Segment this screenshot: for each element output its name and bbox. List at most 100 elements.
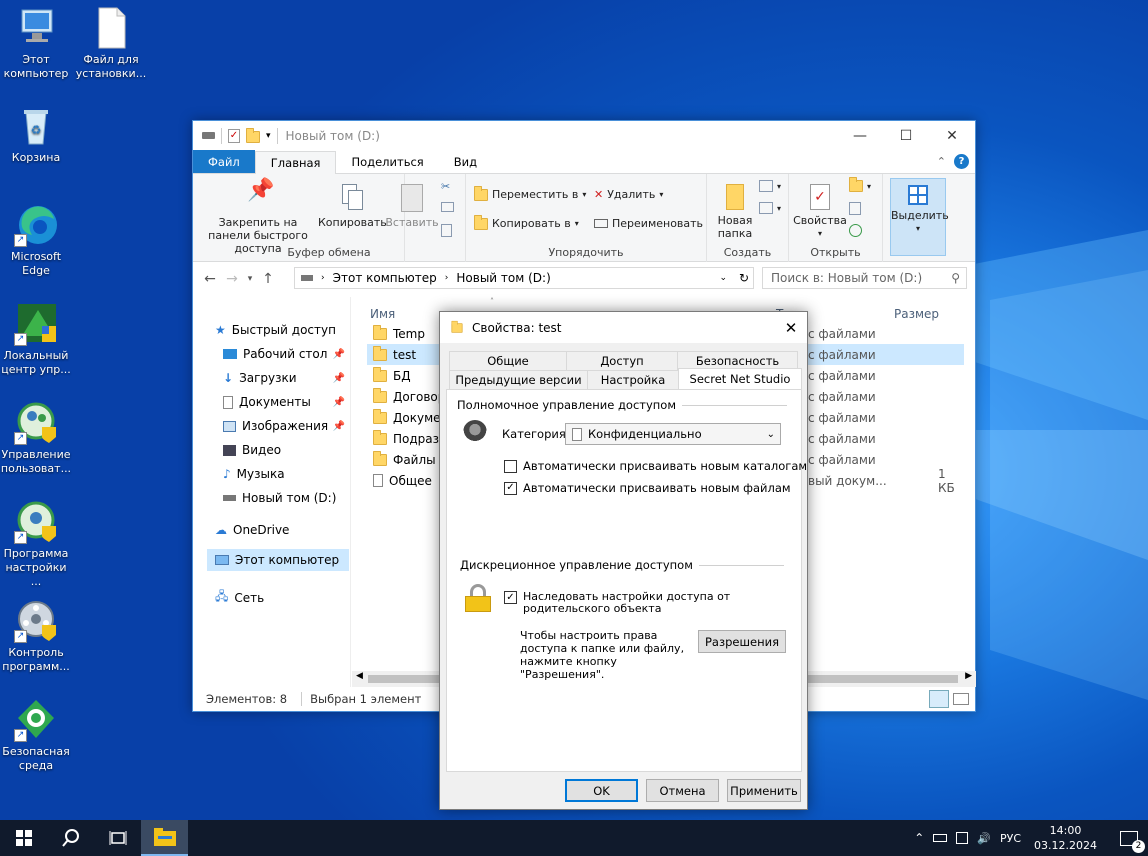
copy-path-icon[interactable]: [441, 202, 454, 212]
dialog-close-button[interactable]: ✕: [775, 312, 807, 343]
desktop-icon-local-center[interactable]: ↗ Локальный центр упр...: [0, 302, 72, 377]
tab-share[interactable]: Поделиться: [336, 150, 438, 173]
auto-dirs-row[interactable]: Автоматически присваивать новым каталога…: [504, 459, 807, 473]
move-to-button[interactable]: Переместить в ▾: [474, 185, 586, 201]
maximize-button[interactable]: ☐: [883, 121, 929, 150]
column-size[interactable]: Размер: [894, 307, 939, 321]
address-input[interactable]: › Этот компьютер › Новый том (D:) ⌄ ↻: [294, 267, 754, 289]
category-select[interactable]: Конфиденциально ⌄: [565, 423, 781, 445]
copy-button[interactable]: Копировать: [318, 184, 387, 229]
nav-documents[interactable]: Документы 📌: [223, 395, 351, 409]
chevron-up-icon[interactable]: ⌃: [914, 831, 924, 845]
easy-access-icon[interactable]: ▾: [759, 202, 781, 214]
auto-dirs-checkbox[interactable]: [504, 459, 517, 473]
back-icon[interactable]: ←: [199, 271, 221, 287]
nav-downloads[interactable]: ↓ Загрузки 📌: [223, 371, 351, 385]
auto-files-row[interactable]: ✓ Автоматически присваивать новым файлам: [504, 481, 791, 495]
cut-icon[interactable]: ✂: [441, 180, 450, 193]
desktop-icon-safe-environment[interactable]: ↗ Безопасная среда: [0, 698, 72, 773]
tab-home[interactable]: Главная: [254, 151, 337, 174]
nav-onedrive[interactable]: ☁ OneDrive: [215, 523, 289, 537]
desktop-icon-install-file[interactable]: Файл для установки...: [75, 6, 147, 81]
clipboard-group-label: Буфер обмена: [287, 246, 371, 259]
cancel-button[interactable]: Отмена: [646, 779, 719, 802]
inherit-checkbox[interactable]: ✓: [504, 591, 517, 604]
shortcut-arrow-icon: ↗: [14, 531, 27, 544]
close-button[interactable]: ✕: [929, 121, 975, 150]
documents-icon: [223, 395, 233, 409]
delete-button[interactable]: ✕ Удалить ▾: [594, 188, 663, 201]
nav-drive-d[interactable]: Новый том (D:): [223, 491, 336, 505]
properties-button[interactable]: ✓ Свойства ▾: [793, 184, 847, 240]
permissions-button[interactable]: Разрешения: [698, 630, 786, 653]
volume-icon[interactable]: 🔊: [977, 832, 991, 845]
recent-dropdown-icon[interactable]: ▾: [243, 274, 257, 284]
tab-sharing[interactable]: Доступ: [566, 351, 678, 370]
desktop-icon-settings-program[interactable]: ↗ Программа настройки ...: [0, 500, 72, 589]
search-icon[interactable]: [47, 820, 94, 856]
scroll-left-icon[interactable]: ◀: [356, 671, 363, 681]
nav-music[interactable]: ♪ Музыка: [223, 467, 285, 481]
copy-to-button[interactable]: Копировать в ▾: [474, 214, 579, 230]
scroll-right-icon[interactable]: ▶: [965, 671, 972, 681]
open-icon[interactable]: ▾: [849, 177, 871, 192]
select-button[interactable]: Выделить ▾: [890, 178, 949, 256]
language-indicator[interactable]: РУС: [1000, 832, 1021, 845]
history-icon[interactable]: [849, 224, 862, 237]
task-view-icon[interactable]: [94, 820, 141, 856]
properties-qat-icon[interactable]: ✓: [228, 128, 240, 143]
tab-view[interactable]: Вид: [439, 150, 492, 173]
nav-desktop[interactable]: Рабочий стол 📌: [223, 347, 351, 361]
minimize-button[interactable]: —: [837, 121, 883, 150]
qat-dropdown-icon[interactable]: ▾: [266, 131, 271, 141]
new-folder-icon: [726, 184, 744, 210]
desktop-icon-program-control[interactable]: ↗ Контроль программ...: [0, 599, 72, 674]
new-item-icon[interactable]: ▾: [759, 180, 781, 192]
column-name[interactable]: Имя: [370, 307, 395, 321]
explorer-titlebar: ✓ ▾ Новый том (D:) — ☐ ✕: [193, 121, 975, 150]
paste-button[interactable]: Вставить: [383, 184, 441, 229]
desktop-icon-edge[interactable]: ↗ Microsoft Edge: [0, 203, 72, 278]
nav-network[interactable]: 🖧 Сеть: [215, 587, 264, 608]
auto-files-checkbox[interactable]: ✓: [504, 481, 517, 495]
tab-file[interactable]: Файл: [193, 150, 255, 173]
tiles-view-icon[interactable]: [953, 693, 969, 705]
notifications-icon[interactable]: 2: [1120, 830, 1145, 853]
new-folder-qat-icon[interactable]: [246, 128, 260, 143]
tab-previous-versions[interactable]: Предыдущие версии: [449, 370, 588, 389]
desktop-icon-recycle-bin[interactable]: ♻ Корзина: [0, 104, 72, 165]
search-input[interactable]: Поиск в: Новый том (D:) ⚲: [762, 267, 967, 289]
ribbon-collapse-icon[interactable]: ⌃: [937, 155, 946, 168]
nav-quick-access[interactable]: ★ Быстрый доступ: [215, 323, 336, 337]
details-view-icon[interactable]: [929, 690, 949, 708]
nav-pictures[interactable]: Изображения 📌: [223, 419, 351, 433]
nav-this-pc[interactable]: Этот компьютер: [207, 549, 349, 571]
up-icon[interactable]: ↑: [257, 271, 279, 287]
clock[interactable]: 14:00 03.12.2024: [1034, 823, 1097, 853]
window-title: Новый том (D:): [285, 128, 380, 143]
desktop-icon-this-pc[interactable]: Этот компьютер: [0, 6, 72, 81]
battery-icon[interactable]: [933, 834, 948, 842]
refresh-icon[interactable]: ↻: [739, 271, 749, 285]
rename-button[interactable]: Переименовать: [594, 217, 703, 230]
breadcrumb-this-pc[interactable]: Этот компьютер: [333, 271, 437, 285]
edit-icon[interactable]: [849, 202, 861, 215]
paste-shortcut-icon[interactable]: [441, 224, 452, 237]
tab-secret-net-studio[interactable]: Secret Net Studio: [678, 368, 802, 389]
inherit-row[interactable]: ✓ Наследовать настройки доступа от родите…: [504, 591, 784, 615]
taskbar-explorer-button[interactable]: [141, 820, 188, 856]
pin-button[interactable]: 📌 Закрепить на панели быстрого доступа: [199, 180, 317, 256]
desktop-icon-user-management[interactable]: ↗ Управление пользоват...: [0, 401, 72, 476]
new-folder-button[interactable]: Новая папка: [711, 184, 759, 240]
ok-button[interactable]: OK: [565, 779, 638, 802]
help-icon[interactable]: ?: [954, 154, 969, 169]
start-button[interactable]: [0, 820, 47, 856]
address-dropdown-icon[interactable]: ⌄: [719, 273, 727, 283]
nav-video[interactable]: Видео: [223, 443, 281, 457]
tab-general[interactable]: Общие: [449, 351, 567, 370]
tab-customize[interactable]: Настройка: [587, 370, 679, 389]
breadcrumb-current[interactable]: Новый том (D:): [456, 271, 550, 285]
forward-icon[interactable]: →: [221, 271, 243, 287]
secret-net-tray-icon[interactable]: [956, 832, 969, 844]
apply-button[interactable]: Применить: [727, 779, 801, 802]
